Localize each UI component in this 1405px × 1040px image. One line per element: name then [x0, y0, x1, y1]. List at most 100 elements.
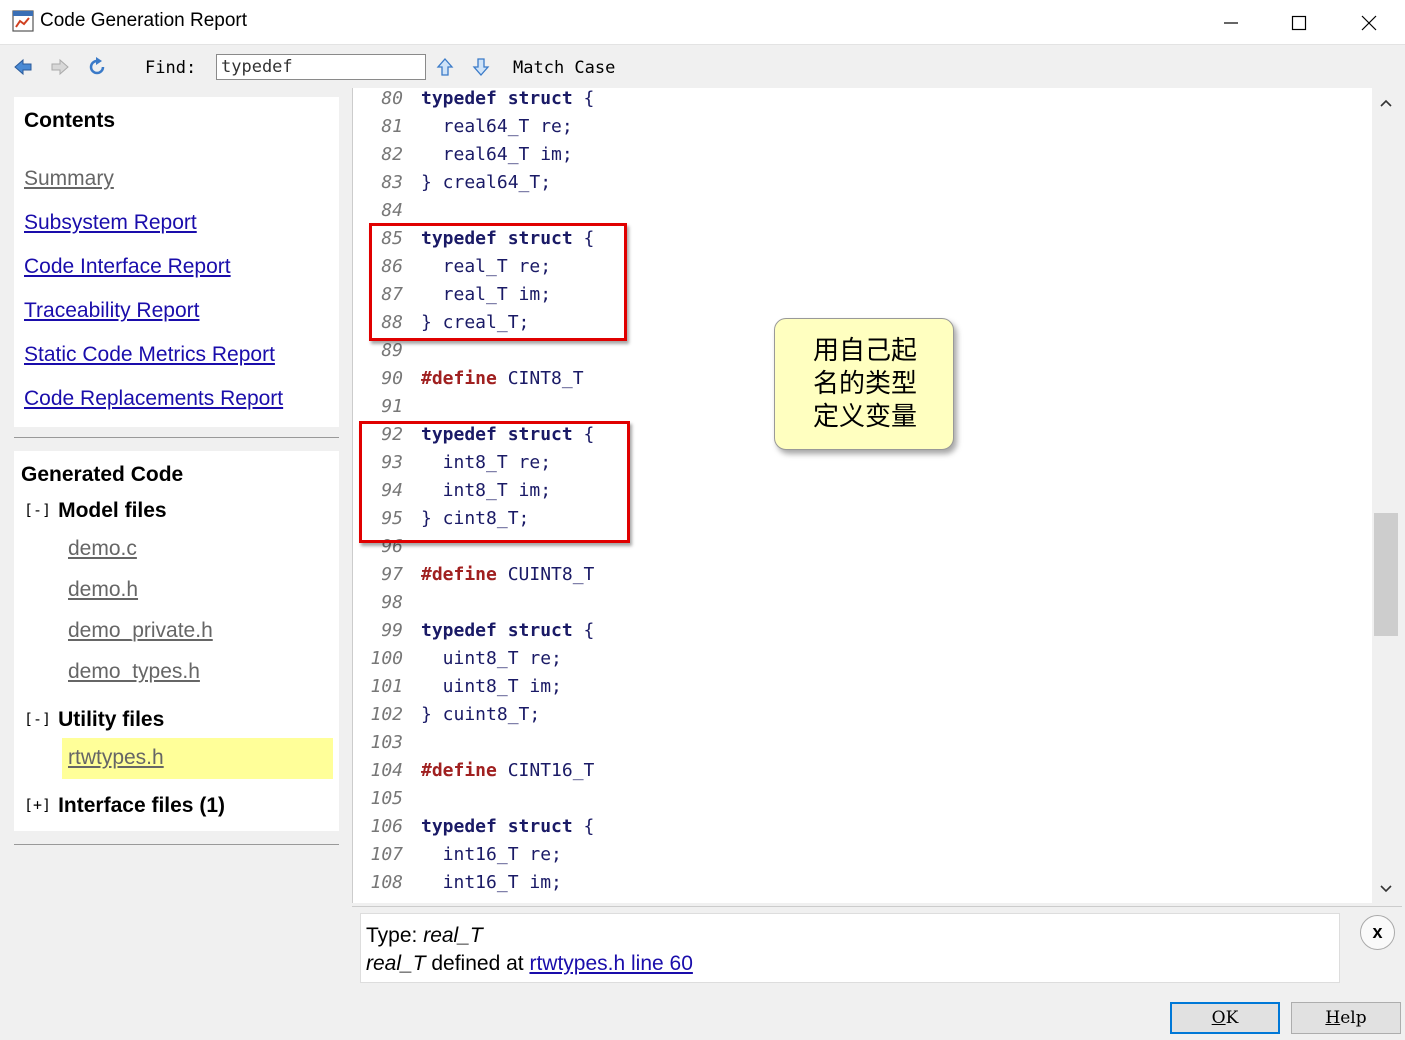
code-line: 80 typedef struct { — [353, 88, 1353, 116]
code-body: CINT16_T — [496, 760, 595, 781]
vertical-scrollbar[interactable] — [1373, 88, 1399, 903]
code-line: 99 typedef struct { — [353, 620, 1353, 648]
ok-label: K — [1225, 1008, 1239, 1028]
code-body: uint8_T im; — [421, 676, 562, 697]
code-body: real64_T re; — [421, 116, 573, 137]
code-text: uint8_T re; — [421, 648, 562, 669]
keyword: typedef struct — [421, 620, 573, 641]
code-line: 102} cuint8_T; — [353, 704, 1353, 732]
code-body: { — [572, 620, 595, 641]
help-button[interactable]: Help — [1291, 1002, 1401, 1034]
line-number: 97 — [381, 564, 403, 585]
code-line: 105 — [353, 788, 1353, 816]
code-line: 97 #define CUINT8_T — [353, 564, 1353, 592]
code-text: real64_T re; — [421, 116, 573, 137]
code-body: { — [572, 88, 595, 109]
code-line: 104 #define CINT16_T — [353, 760, 1353, 788]
code-replacements-report-link[interactable]: Code Replacements Report — [24, 387, 283, 411]
maximize-button[interactable] — [1265, 0, 1333, 45]
preprocessor-directive: #define — [421, 760, 497, 781]
forward-arrow-icon[interactable] — [49, 56, 71, 78]
help-mnemonic: H — [1325, 1008, 1341, 1028]
group-name: Interface files (1) — [58, 794, 225, 817]
code-view[interactable]: 80 typedef struct {81 real64_T re; 82 real… — [352, 88, 1372, 903]
expand-toggle[interactable]: [+] — [24, 796, 51, 814]
highlight-box-creal-t — [369, 223, 627, 341]
code-line: 101 uint8_T im; — [353, 676, 1353, 704]
model-files-group[interactable]: [-] Model files — [24, 499, 167, 523]
code-line: 81 real64_T re; — [353, 116, 1353, 144]
scroll-up-button[interactable] — [1373, 90, 1399, 116]
file-link-demo-h[interactable]: demo.h — [68, 578, 138, 602]
definition-link[interactable]: rtwtypes.h line 60 — [529, 952, 692, 975]
code-text: #define CUINT8_T — [421, 564, 594, 585]
simulink-report-icon — [12, 10, 34, 32]
file-link-demo-types-h[interactable]: demo_types.h — [68, 660, 200, 684]
type-value: real_T — [423, 924, 483, 947]
traceability-report-link[interactable]: Traceability Report — [24, 299, 199, 323]
type-info-line: Type: real_T — [366, 924, 483, 948]
close-icon — [1361, 15, 1377, 30]
close-info-button[interactable]: x — [1360, 915, 1395, 950]
find-input[interactable] — [216, 54, 426, 80]
code-text: real64_T im; — [421, 144, 573, 165]
collapse-toggle[interactable]: [-] — [24, 710, 51, 728]
code-body: CINT8_T — [496, 368, 584, 389]
close-window-button[interactable] — [1335, 0, 1403, 45]
toolbar: Find: Match Case — [0, 46, 1405, 88]
code-body: uint8_T re; — [421, 648, 562, 669]
match-case-toggle[interactable]: Match Case — [513, 58, 615, 78]
line-number: 107 — [370, 844, 403, 865]
line-number: 103 — [370, 732, 403, 753]
code-interface-report-link[interactable]: Code Interface Report — [24, 255, 231, 279]
code-text: int16_T im; — [421, 872, 562, 893]
minimize-button[interactable] — [1197, 0, 1265, 45]
utility-files-group[interactable]: [-] Utility files — [24, 708, 164, 732]
collapse-toggle[interactable]: [-] — [24, 501, 51, 519]
static-code-metrics-report-link[interactable]: Static Code Metrics Report — [24, 343, 275, 367]
contents-section: Contents Summary Subsystem Report Code I… — [14, 97, 339, 427]
find-previous-icon[interactable] — [434, 56, 456, 78]
find-label: Find: — [145, 58, 197, 78]
chevron-down-icon — [1380, 885, 1392, 893]
keyword: typedef struct — [421, 816, 573, 837]
line-number: 102 — [370, 704, 403, 725]
group-name: Utility files — [58, 708, 165, 731]
scroll-down-button[interactable] — [1373, 876, 1399, 902]
line-number: 91 — [381, 396, 403, 417]
file-link-demo-private-h[interactable]: demo_private.h — [68, 619, 213, 643]
file-link-rtwtypes-h[interactable]: rtwtypes.h — [68, 746, 164, 770]
code-text: typedef struct { — [421, 620, 594, 641]
line-number: 90 — [381, 368, 403, 389]
subsystem-report-link[interactable]: Subsystem Report — [24, 211, 197, 235]
code-line: 100 uint8_T re; — [353, 648, 1353, 676]
title-bar: Code Generation Report — [0, 0, 1405, 45]
line-number: 101 — [370, 676, 403, 697]
code-line: 107 int16_T re; — [353, 844, 1353, 872]
ok-button[interactable]: OK — [1170, 1002, 1280, 1034]
code-text: } creal64_T; — [421, 172, 551, 193]
line-number: 81 — [381, 116, 403, 137]
interface-files-group[interactable]: [+] Interface files (1) — [24, 794, 225, 818]
summary-link[interactable]: Summary — [24, 167, 114, 191]
keyword: typedef struct — [421, 88, 573, 109]
code-text: typedef struct { — [421, 816, 594, 837]
line-number: 99 — [381, 620, 403, 641]
refresh-icon[interactable] — [86, 56, 108, 78]
callout-text: 名的类型 — [812, 369, 917, 399]
annotation-callout: 用自己起 名的类型 定义变量 — [774, 318, 954, 450]
definition-name: real_T — [366, 952, 426, 975]
window-title: Code Generation Report — [40, 10, 248, 31]
file-link-demo-c[interactable]: demo.c — [68, 537, 137, 561]
find-next-icon[interactable] — [470, 56, 492, 78]
code-line: 98 — [353, 592, 1353, 620]
code-body: int16_T im; — [421, 872, 562, 893]
back-arrow-icon[interactable] — [12, 56, 34, 78]
callout-text: 定义变量 — [812, 402, 917, 432]
navigation-pane: Contents Summary Subsystem Report Code I… — [14, 97, 339, 857]
line-number: 83 — [381, 172, 403, 193]
code-text: int16_T re; — [421, 844, 562, 865]
callout-text: 用自己起 — [812, 336, 917, 366]
scroll-thumb[interactable] — [1374, 513, 1398, 636]
code-body: } creal64_T; — [421, 172, 552, 193]
